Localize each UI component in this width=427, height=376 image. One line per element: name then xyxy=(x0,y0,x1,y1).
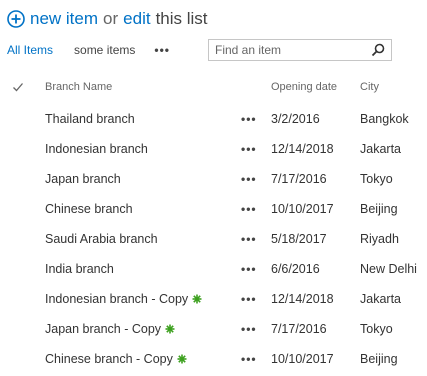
branch-name-cell[interactable]: Japan branch xyxy=(45,164,121,194)
city-cell: Riyadh xyxy=(360,232,399,246)
row-menu-button[interactable]: ••• xyxy=(241,164,257,194)
new-item-link[interactable]: new item xyxy=(30,9,98,29)
branch-name-text[interactable]: Chinese branch xyxy=(45,202,133,216)
city-cell: Jakarta xyxy=(360,292,401,306)
list-row[interactable]: Japan branch - Copy ••• 7/17/2016 Tokyo xyxy=(0,314,427,344)
new-item-icon xyxy=(192,294,202,304)
opening-date-cell: 10/10/2017 xyxy=(271,202,334,216)
branch-name-text[interactable]: Japan branch xyxy=(45,172,121,186)
view-selector: All Items some items ••• xyxy=(7,40,170,60)
opening-date-cell: 3/2/2016 xyxy=(271,112,320,126)
edit-link[interactable]: edit xyxy=(123,9,150,29)
city-cell: Tokyo xyxy=(360,322,393,336)
branch-name-text[interactable]: India branch xyxy=(45,262,114,276)
add-circle-icon[interactable] xyxy=(7,10,25,28)
city-cell: Bangkok xyxy=(360,112,409,126)
column-header-opening-date[interactable]: Opening date xyxy=(271,81,337,99)
search-input[interactable] xyxy=(209,40,365,60)
list-row[interactable]: Indonesian branch ••• 12/14/2018 Jakarta xyxy=(0,134,427,164)
branch-name-text[interactable]: Chinese branch - Copy xyxy=(45,352,173,366)
row-menu-button[interactable]: ••• xyxy=(241,104,257,134)
this-list-text: this list xyxy=(155,9,208,28)
view-all-items[interactable]: All Items xyxy=(7,43,53,57)
branch-name-cell[interactable]: Indonesian branch - Copy xyxy=(45,284,202,314)
branch-name-cell[interactable]: Chinese branch xyxy=(45,194,133,224)
branch-name-text[interactable]: Indonesian branch - Copy xyxy=(45,292,188,306)
city-cell: Jakarta xyxy=(360,142,401,156)
row-menu-button[interactable]: ••• xyxy=(241,314,257,344)
more-views-button[interactable]: ••• xyxy=(154,43,170,57)
row-menu-button[interactable]: ••• xyxy=(241,134,257,164)
branch-name-text[interactable]: Thailand branch xyxy=(45,112,135,126)
list-row[interactable]: India branch ••• 6/6/2016 New Delhi xyxy=(0,254,427,284)
column-header-city[interactable]: City xyxy=(360,81,379,99)
city-cell: Beijing xyxy=(360,352,398,366)
city-cell: New Delhi xyxy=(360,262,417,276)
search-icon[interactable] xyxy=(371,43,385,57)
view-some-items[interactable]: some items xyxy=(74,43,135,57)
row-menu-button[interactable]: ••• xyxy=(241,224,257,254)
column-header-branch-name[interactable]: Branch Name xyxy=(45,81,112,99)
branch-name-cell[interactable]: Saudi Arabia branch xyxy=(45,224,158,254)
new-item-icon xyxy=(165,324,175,334)
branch-name-cell[interactable]: Thailand branch xyxy=(45,104,135,134)
row-menu-button[interactable]: ••• xyxy=(241,284,257,314)
opening-date-cell: 12/14/2018 xyxy=(271,292,334,306)
select-all-check-icon[interactable] xyxy=(12,81,24,93)
branch-name-text[interactable]: Japan branch - Copy xyxy=(45,322,161,336)
city-cell: Tokyo xyxy=(360,172,393,186)
row-menu-button[interactable]: ••• xyxy=(241,194,257,224)
opening-date-cell: 7/17/2016 xyxy=(271,172,327,186)
opening-date-cell: 7/17/2016 xyxy=(271,322,327,336)
list-row[interactable]: Japan branch ••• 7/17/2016 Tokyo xyxy=(0,164,427,194)
opening-date-cell: 10/10/2017 xyxy=(271,352,334,366)
branch-name-cell[interactable]: Indonesian branch xyxy=(45,134,148,164)
branch-name-cell[interactable]: Japan branch - Copy xyxy=(45,314,175,344)
search-box xyxy=(208,39,392,61)
branch-name-text[interactable]: Indonesian branch xyxy=(45,142,148,156)
command-bar: new item or edit this list xyxy=(7,6,208,32)
branch-name-cell[interactable]: Chinese branch - Copy xyxy=(45,344,187,374)
list-row[interactable]: Saudi Arabia branch ••• 5/18/2017 Riyadh xyxy=(0,224,427,254)
row-menu-button[interactable]: ••• xyxy=(241,254,257,284)
branch-name-cell[interactable]: India branch xyxy=(45,254,114,284)
new-item-icon xyxy=(177,354,187,364)
city-cell: Beijing xyxy=(360,202,398,216)
branch-name-text[interactable]: Saudi Arabia branch xyxy=(45,232,158,246)
opening-date-cell: 6/6/2016 xyxy=(271,262,320,276)
or-text: or xyxy=(103,9,119,28)
opening-date-cell: 5/18/2017 xyxy=(271,232,327,246)
row-menu-button[interactable]: ••• xyxy=(241,344,257,374)
list-row[interactable]: Chinese branch ••• 10/10/2017 Beijing xyxy=(0,194,427,224)
list-row[interactable]: Indonesian branch - Copy ••• 12/14/2018 Jak… xyxy=(0,284,427,314)
list-row[interactable]: Chinese branch - Copy ••• 10/10/2017 Beijin… xyxy=(0,344,427,374)
list-row[interactable]: Thailand branch ••• 3/2/2016 Bangkok xyxy=(0,104,427,134)
opening-date-cell: 12/14/2018 xyxy=(271,142,334,156)
